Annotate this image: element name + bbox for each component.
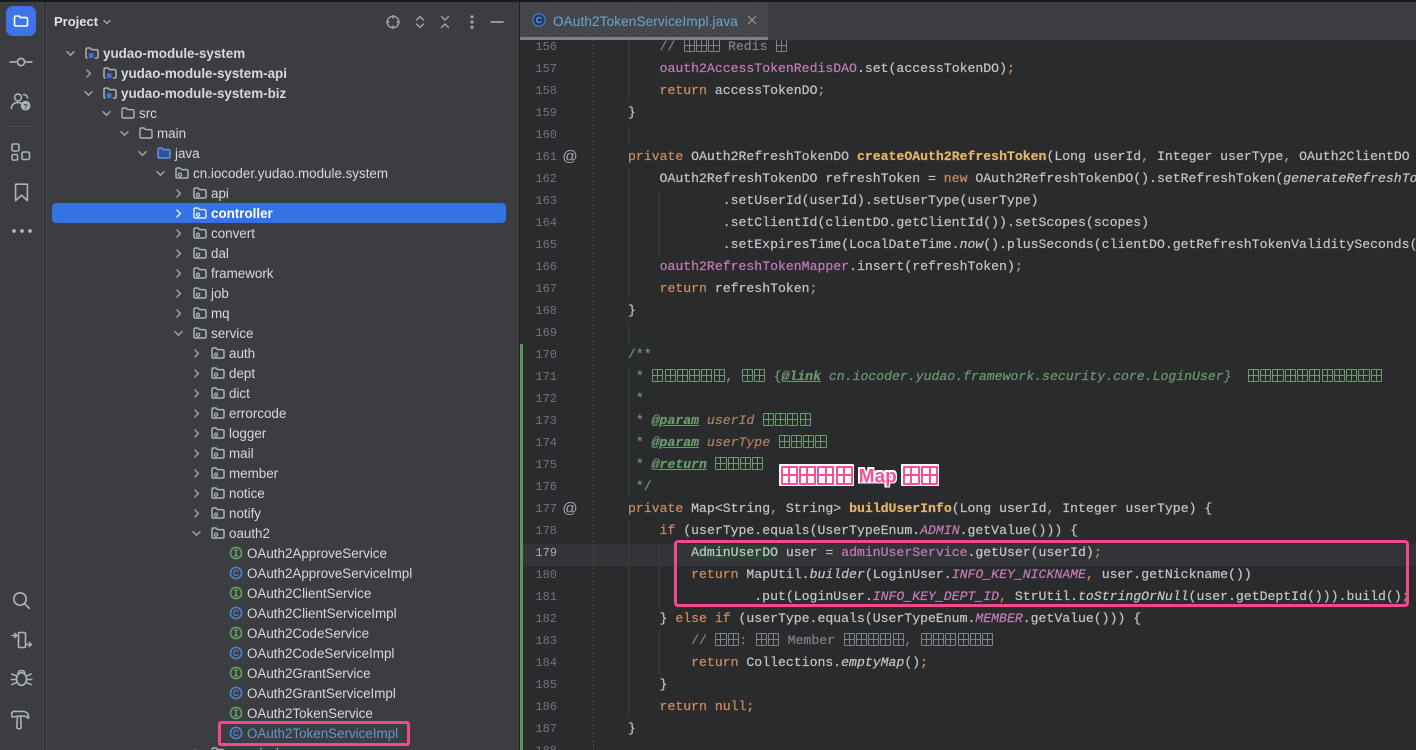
svg-text:C: C [536, 15, 542, 25]
